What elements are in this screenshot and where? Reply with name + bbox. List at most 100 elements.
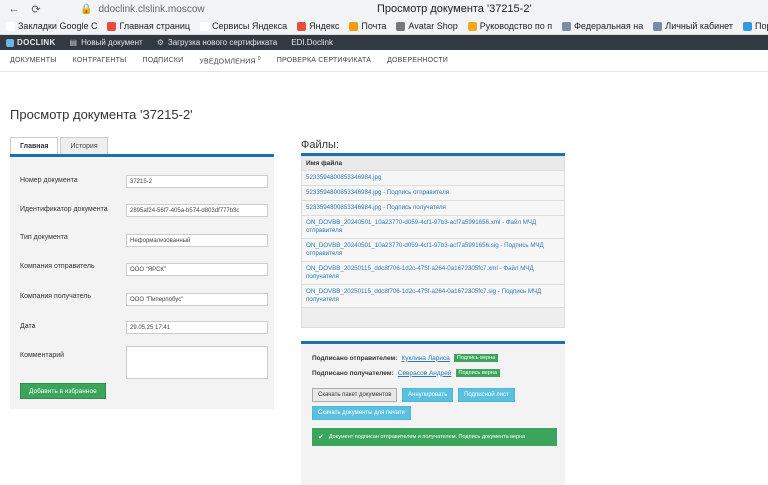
sender-signature-label: Подписано отправителем: — [312, 354, 398, 362]
file-link[interactable]: ON_DOVBB_20250115_ddc8f706-1d2c-475f-a26… — [302, 262, 564, 285]
field-label: Комментарий — [20, 352, 65, 359]
document-form: Номер документа 37215-2 Идентификатор до… — [10, 157, 274, 409]
download-print-button[interactable]: Скачать документы для печати — [312, 406, 411, 420]
field-label: Компания получатель — [20, 293, 91, 300]
receiver-signature-label: Подписано получателем: — [312, 369, 394, 377]
sender-signature-row: Подписано отправителем: Куклина Лариса П… — [312, 354, 499, 362]
logo-text: DOCLINK — [17, 38, 56, 47]
document-number-input[interactable]: 37215-2 — [126, 175, 268, 188]
browser-tab-title: Просмотр документа '37215-2' — [377, 3, 532, 15]
menu-subscriptions[interactable]: ПОДПИСКИ — [142, 57, 183, 64]
file-link[interactable]: 5233594800853346984.jpg - Подпись отправ… — [302, 186, 564, 201]
sender-name-link[interactable]: Куклина Лариса — [401, 355, 449, 362]
tab-main[interactable]: Главная — [10, 137, 59, 155]
check-icon: ✔ — [318, 434, 324, 441]
receiver-status-badge: Подпись верна — [455, 369, 500, 377]
menu-notifications-label: УВЕДОМЛЕНИЯ — [199, 58, 256, 66]
address-bar[interactable]: ddoclink.clslink.moscow — [98, 4, 204, 15]
status-message: Документ подписан отправителем и получат… — [328, 434, 526, 440]
bookmark-label: Avatar Shop — [408, 21, 458, 31]
bookmark-icon — [107, 21, 117, 31]
field-label: Компания отправитель — [20, 263, 95, 270]
annul-button[interactable]: Аннулировать — [402, 388, 454, 402]
bookmark-item[interactable]: Портал государс — [743, 21, 768, 31]
upload-certificate-link[interactable]: ⚙ Загрузка нового сертификата — [157, 38, 278, 47]
receiver-company-input[interactable]: ООО "Пиперпобус" — [126, 293, 268, 306]
bookmark-icon — [562, 21, 572, 31]
document-type-input[interactable]: Неформализованный — [126, 234, 268, 247]
menu-counterparties[interactable]: КОНТРАГЕНТЫ — [73, 57, 127, 64]
back-icon[interactable]: ← — [6, 1, 22, 17]
edi-doclink-link[interactable]: EDI.Doclink — [291, 38, 333, 47]
menu-documents[interactable]: ДОКУМЕНТЫ — [10, 57, 57, 64]
file-link[interactable]: ON_DOVBB_20250115_ddc8f706-1d2c-475f-a26… — [302, 285, 564, 308]
new-document-link[interactable]: ▤ Новый документ — [70, 38, 143, 47]
file-link[interactable]: 5233594800853346984.jpg — [302, 171, 564, 186]
receiver-name-link[interactable]: Севрасов Андрей — [398, 370, 452, 377]
menu-certificate-check[interactable]: ПРОВЕРКА СЕРТИФИКАТА — [277, 57, 371, 64]
document-icon: ▤ — [69, 38, 78, 47]
status-alert: ✔ Документ подписан отправителем и получ… — [312, 428, 557, 446]
menu-powers-of-attorney[interactable]: ДОВЕРЕННОСТИ — [387, 57, 448, 64]
sender-company-input[interactable]: ООО "ЯРСК" — [126, 263, 268, 276]
gear-icon: ⚙ — [156, 38, 164, 47]
bookmark-icon — [297, 21, 307, 31]
new-document-label: Новый документ — [81, 38, 143, 47]
bookmark-item[interactable]: Личный кабинет — [653, 21, 733, 31]
edi-doclink-label: EDI.Doclink — [291, 38, 333, 47]
field-label: Номер документа — [20, 177, 78, 184]
bookmark-item[interactable]: Яндекс — [297, 21, 339, 31]
bookmark-icon — [200, 21, 210, 31]
upload-certificate-label: Загрузка нового сертификата — [167, 38, 278, 47]
bookmark-item[interactable]: Руководство по п — [467, 21, 553, 31]
bookmark-icon — [653, 21, 663, 31]
menu-notifications[interactable]: УВЕДОМЛЕНИЯ 0 — [199, 56, 260, 65]
file-link[interactable]: ON_DOVBB_20240501_10a23770-d059-4cf1-97b… — [302, 216, 564, 239]
bookmark-icon — [467, 21, 477, 31]
bookmark-icon — [743, 21, 752, 31]
bookmark-icon — [349, 21, 359, 31]
bookmark-item[interactable]: Почта — [349, 21, 386, 31]
receiver-signature-row: Подписано получателем: Севрасов Андрей П… — [312, 369, 500, 377]
bookmark-label: Сервисы Яндекса — [212, 21, 288, 31]
comment-textarea[interactable] — [126, 346, 268, 379]
files-heading: Файлы: — [301, 139, 340, 151]
app-navbar: DOCLINK ▤ Новый документ ⚙ Загрузка ново… — [0, 35, 768, 50]
notifications-count: 0 — [257, 55, 261, 62]
download-package-button[interactable]: Скачать пакет документов — [312, 388, 398, 402]
signature-sheet-button[interactable]: Подписной лист — [458, 388, 515, 402]
tab-history[interactable]: История — [60, 137, 108, 155]
bookmark-icon — [6, 21, 15, 31]
document-id-input[interactable]: 2895af24-56f7-405a-b574-d803df777b3c — [126, 204, 268, 217]
bookmark-label: Руководство по п — [479, 21, 553, 31]
bookmarks-bar: Закладки Google С Главная страниц Сервисы … — [0, 18, 768, 35]
bookmark-label: Яндекс — [309, 21, 340, 31]
bookmark-item[interactable]: Главная страниц — [107, 21, 190, 31]
file-link[interactable]: ON_DOVBB_20240501_10a23770-d059-4cf1-97b… — [302, 239, 564, 262]
reload-icon[interactable]: ⟳ — [28, 1, 44, 17]
bookmark-label: Закладки Google С — [18, 21, 98, 31]
bookmark-item[interactable]: Avatar Shop — [396, 21, 458, 31]
bookmark-label: Федеральная на — [574, 21, 644, 31]
bookmark-label: Главная страниц — [119, 21, 191, 31]
field-label: Идентификатор документа — [20, 206, 108, 213]
bookmark-label: Личный кабинет — [665, 21, 733, 31]
field-label: Дата — [20, 323, 36, 330]
document-tabs: Главная История — [10, 137, 110, 155]
signatures-panel: Подписано отправителем: Куклина Лариса П… — [301, 344, 565, 485]
bookmark-item[interactable]: Сервисы Яндекса — [200, 21, 287, 31]
page-title: Просмотр документа '37215-2' — [10, 107, 193, 122]
bookmark-item[interactable]: Федеральная на — [562, 21, 643, 31]
add-to-favorites-button[interactable]: Добавить в избранное — [20, 383, 106, 399]
date-input[interactable]: 29.05.25 17:41 — [126, 321, 268, 334]
app-logo[interactable]: DOCLINK — [6, 38, 56, 47]
field-label: Тип документа — [20, 234, 68, 241]
bookmark-item[interactable]: Закладки Google С — [6, 21, 97, 31]
main-menu: ДОКУМЕНТЫ КОНТРАГЕНТЫ ПОДПИСКИ УВЕДОМЛЕН… — [0, 50, 768, 72]
bookmark-icon — [396, 21, 406, 31]
bookmark-label: Портал государс — [755, 21, 768, 31]
bookmark-label: Почта — [361, 21, 387, 31]
lock-icon[interactable]: 🔒 — [80, 4, 92, 15]
sender-status-badge: Подпись верна — [453, 354, 499, 362]
file-link[interactable]: 5233594800853346984.jpg - Подпись получа… — [302, 201, 564, 216]
